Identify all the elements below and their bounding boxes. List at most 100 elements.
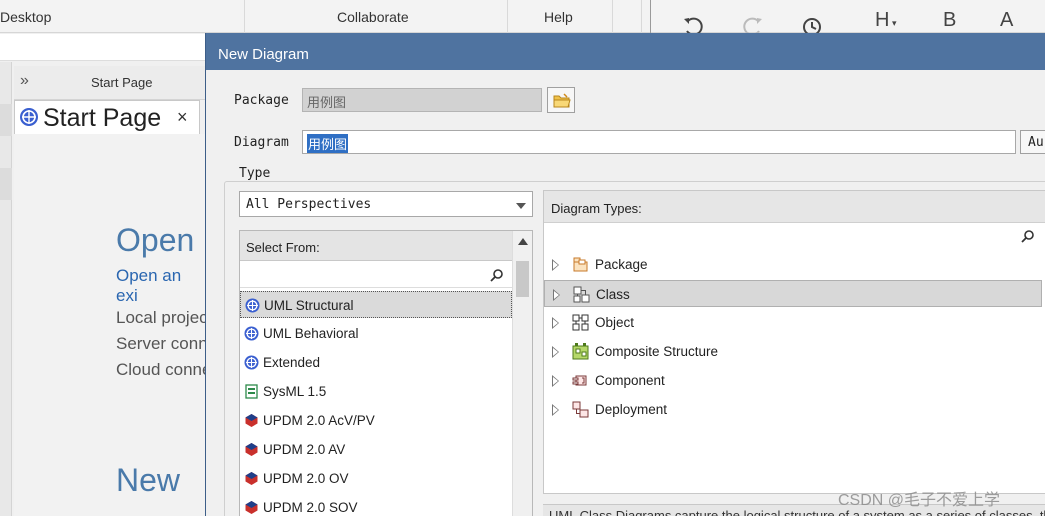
diagram-types-title: Diagram Types: [551,201,642,216]
ribbon-tab-help[interactable]: Help [544,9,573,25]
ribbon-tab-desktop[interactable]: Desktop [0,9,51,25]
expand-arrow-icon[interactable] [552,259,559,271]
folder-icon [553,93,571,108]
chevron-down-icon: ▾ [892,18,897,28]
diagram-type-item[interactable]: Object [544,309,1042,336]
diagram-type-label: Component [595,373,665,388]
list-item-label: UPDM 2.0 OV [263,471,349,486]
list-item[interactable]: UML Behavioral [240,320,512,347]
watermark: CSDN @毛子不爱上学 [838,492,1001,509]
expand-arrow-icon[interactable] [552,375,559,387]
list-item[interactable]: UML Structural [240,291,512,318]
list-item[interactable]: UPDM 2.0 AV [240,436,512,463]
diagram-type-item[interactable]: Package [544,251,1042,278]
diagram-types-list: Diagram Types: Package Class Object Composi… [543,190,1045,494]
list-item[interactable]: UPDM 2.0 OV [240,465,512,492]
ribbon-separator [641,0,642,33]
list-item[interactable]: UPDM 2.0 AcV/PV [240,407,512,434]
heading-button[interactable]: H [875,9,889,32]
ribbon-separator [612,0,613,33]
address-bar[interactable] [0,34,205,61]
uml-icon [244,326,259,341]
tab-label: Start Page [43,104,162,132]
chevron-down-icon [516,203,526,209]
diagram-types-header: Diagram Types: [544,191,1045,223]
double-chevron-icon[interactable]: » [20,72,29,90]
updm-icon [244,413,259,428]
cloud-connection-link[interactable]: Cloud conne [116,360,211,380]
ribbon-separator [507,0,508,33]
type-label: Type [236,166,274,181]
expand-arrow-icon[interactable] [552,317,559,329]
server-connection-link[interactable]: Server conn [116,334,208,354]
scroll-thumb[interactable] [516,261,529,297]
diagram-type-label: Composite Structure [595,344,719,359]
diagram-name-value: 用例图 [307,134,349,153]
list-item[interactable]: SysML 1.5 [240,378,512,405]
package-field: 用例图 [302,88,542,112]
diagram-type-label: Package [595,257,648,272]
diagram-name-input[interactable]: 用例图 [302,130,1016,154]
list-item-label: UPDM 2.0 AcV/PV [263,413,375,428]
start-page-content: Open Open an exi Local projec Server con… [14,134,211,516]
class-diagram-icon [573,286,590,303]
expand-arrow-icon[interactable] [552,404,559,416]
package-value: 用例图 [307,95,347,110]
diagram-type-label: Deployment [595,402,668,417]
composite-structure-icon [572,343,589,360]
updm-icon [244,471,259,486]
component-diagram-icon [572,372,589,389]
start-page-panel-header: » Start Page [14,66,205,100]
list-item[interactable]: UPDM 2.0 SOV [240,494,512,516]
side-toolbar-band [0,104,12,136]
updm-icon [244,500,259,515]
list-item-label: UML Behavioral [263,326,359,341]
diagram-label: Diagram [234,135,289,150]
diagram-type-item[interactable]: Composite Structure [544,338,1042,365]
deployment-diagram-icon [572,401,589,418]
diagram-type-label: Class [596,287,630,302]
select-from-list: Select From: UML Structural UML Behaviora… [239,230,533,516]
auto-name-label: Au [1028,135,1044,150]
list-item-label: Extended [263,355,321,370]
diagram-type-item[interactable]: Component [544,367,1042,394]
expand-arrow-icon[interactable] [552,346,559,358]
uml-icon [244,355,259,370]
expand-arrow-icon[interactable] [553,289,560,301]
list-item-label: UPDM 2.0 SOV [263,500,358,515]
search-icon[interactable] [490,268,504,282]
select-from-search[interactable] [240,262,512,288]
updm-icon [244,442,259,457]
panel-title: Start Page [91,75,153,90]
history-icon[interactable] [800,15,824,35]
ribbon-separator [650,0,651,33]
uml-icon [245,298,260,313]
dialog-title-bar[interactable]: New Diagram [206,33,1045,70]
undo-icon[interactable] [682,15,706,35]
sysml-icon [244,384,259,399]
new-heading: New [116,462,181,498]
new-diagram-dialog: New Diagram Package 用例图 Diagram 用例图 Au T… [205,33,1045,516]
font-color-button[interactable]: A [1000,9,1013,32]
format-toolbar: H ▾ B A [652,4,1045,35]
scroll-up-icon[interactable] [518,238,528,245]
auto-name-button[interactable]: Au [1020,130,1045,154]
local-projects-link[interactable]: Local projec [116,308,208,328]
ribbon-separator [244,0,245,33]
package-label: Package [234,93,289,108]
redo-icon[interactable] [740,15,764,35]
bold-button[interactable]: B [943,9,956,32]
open-existing-link[interactable]: Open an exi [116,266,205,306]
tab-start-page[interactable]: Start Page × [14,100,200,134]
search-icon[interactable] [1021,229,1035,243]
list-item[interactable]: Extended [240,349,512,376]
diagram-type-item[interactable]: Class [544,280,1042,307]
perspective-select[interactable]: All Perspectives [239,191,533,217]
select-from-scrollbar[interactable] [512,231,532,516]
list-item-label: UML Structural [264,298,354,313]
ribbon-tab-collaborate[interactable]: Collaborate [337,9,409,25]
diagram-type-item[interactable]: Deployment [544,396,1042,423]
browse-package-button[interactable] [547,87,575,113]
close-icon[interactable]: × [177,107,188,128]
select-from-title: Select From: [246,240,320,255]
